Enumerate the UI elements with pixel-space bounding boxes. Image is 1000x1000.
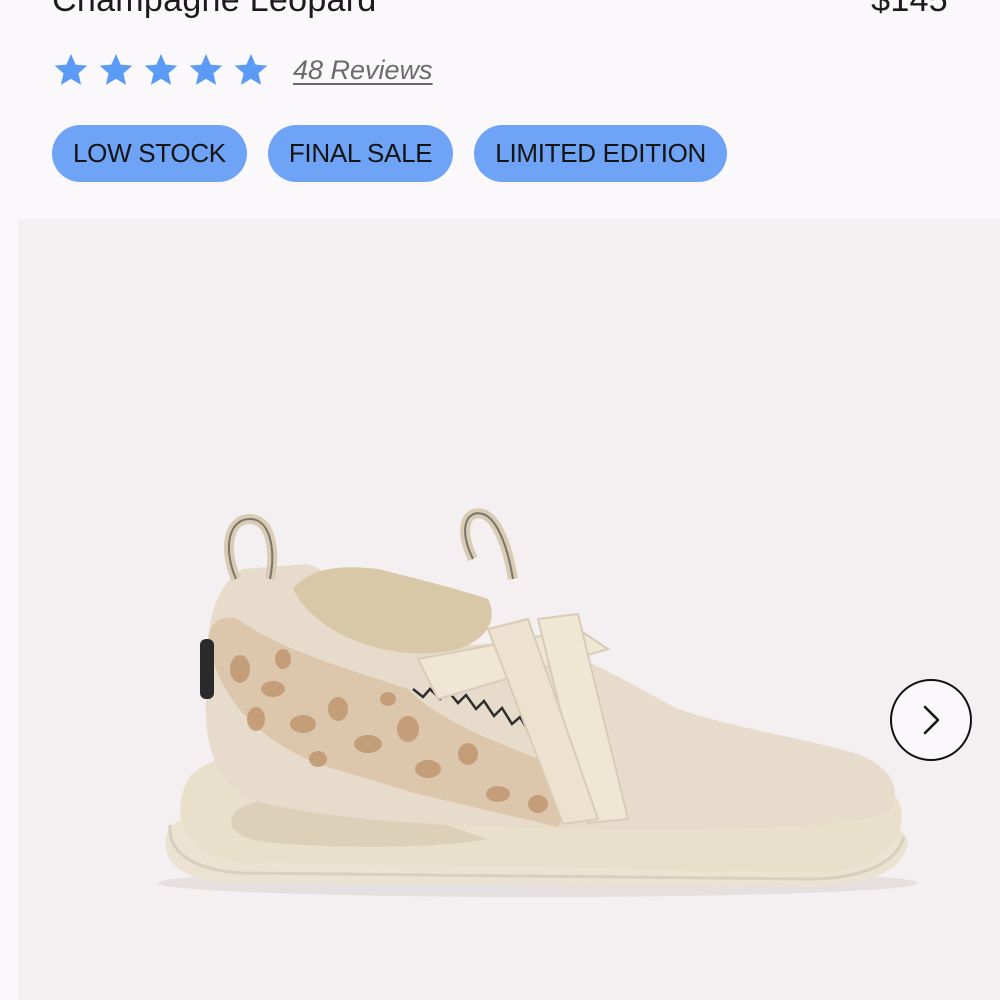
- product-price: $145: [871, 0, 948, 20]
- product-header: Champagne Leopard $145: [52, 0, 948, 22]
- badge-list: LOW STOCK FINAL SALE LIMITED EDITION: [52, 125, 728, 182]
- reviews-link[interactable]: 48 Reviews: [293, 55, 433, 86]
- star-icon: [232, 51, 270, 89]
- star-icon: [187, 51, 225, 89]
- badge-limited-edition: LIMITED EDITION: [474, 125, 728, 182]
- product-page: Champagne Leopard $145 48 Reviews LOW ST…: [0, 0, 1000, 1000]
- badge-low-stock: LOW STOCK: [52, 125, 247, 182]
- sneaker-image: [158, 508, 918, 897]
- star-icon: [52, 51, 90, 89]
- product-name: Champagne Leopard: [52, 0, 377, 20]
- next-image-button[interactable]: [890, 679, 972, 761]
- product-gallery: [18, 219, 1000, 1000]
- star-icon: [142, 51, 180, 89]
- chevron-right-icon: [923, 705, 940, 735]
- star-rating: [52, 51, 270, 89]
- star-icon: [97, 51, 135, 89]
- rating-row: 48 Reviews: [52, 48, 433, 92]
- badge-final-sale: FINAL SALE: [267, 125, 454, 182]
